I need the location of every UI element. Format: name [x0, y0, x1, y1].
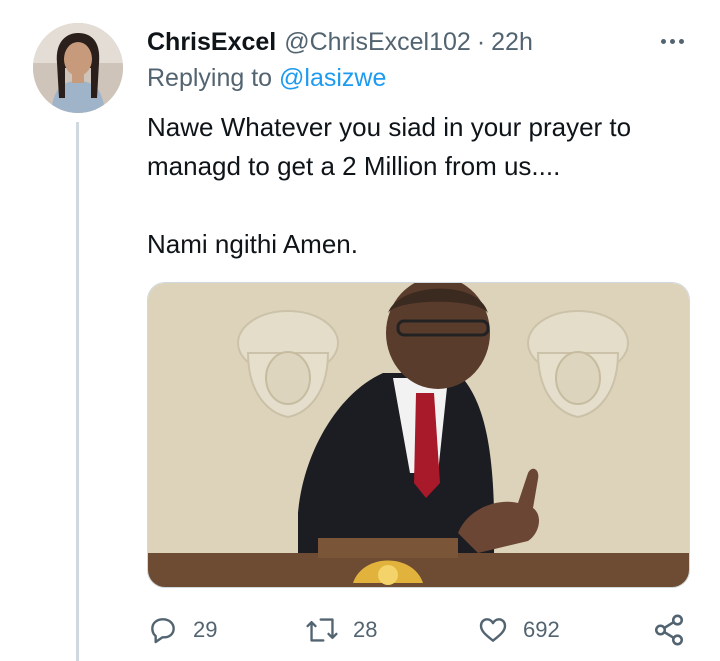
tweet-actions: 29 28 692: [147, 610, 692, 650]
display-name[interactable]: ChrisExcel: [147, 28, 276, 57]
retweet-icon: [306, 618, 338, 642]
thread-line: [76, 122, 79, 661]
retweet-count: 28: [353, 617, 378, 642]
tweet-photo[interactable]: [147, 282, 690, 588]
reply-icon: [151, 618, 175, 644]
timestamp[interactable]: 22h: [491, 28, 533, 57]
replying-to: Replying to @lasizwe: [147, 64, 386, 93]
reply-button[interactable]: 29: [147, 610, 217, 650]
reply-count: 29: [193, 617, 218, 642]
tweet-text-line: Nami ngithi Amen.: [147, 229, 358, 259]
more-options-icon[interactable]: [654, 26, 690, 56]
like-button[interactable]: 692: [477, 610, 560, 650]
replying-label: Replying to: [147, 64, 280, 92]
retweet-button[interactable]: 28: [305, 610, 377, 650]
heart-icon: [479, 618, 507, 642]
separator-dot: ·: [476, 27, 486, 56]
like-count: 692: [523, 617, 560, 642]
mention-link[interactable]: @lasizwe: [279, 64, 386, 92]
share-button[interactable]: [652, 610, 686, 650]
tweet-text-line: managd to get a 2 Million from us....: [147, 151, 561, 181]
tweet-header: ChrisExcel @ChrisExcel102 · 22h: [147, 24, 690, 60]
avatar-image: [33, 23, 123, 113]
photo-image: [148, 283, 689, 587]
tweet-text-line: Nawe Whatever you siad in your prayer to: [147, 112, 632, 142]
share-icon: [654, 614, 684, 646]
user-handle[interactable]: @ChrisExcel102: [284, 28, 471, 57]
avatar[interactable]: [33, 23, 123, 113]
tweet-text: Nawe Whatever you siad in your prayer to…: [147, 108, 692, 264]
